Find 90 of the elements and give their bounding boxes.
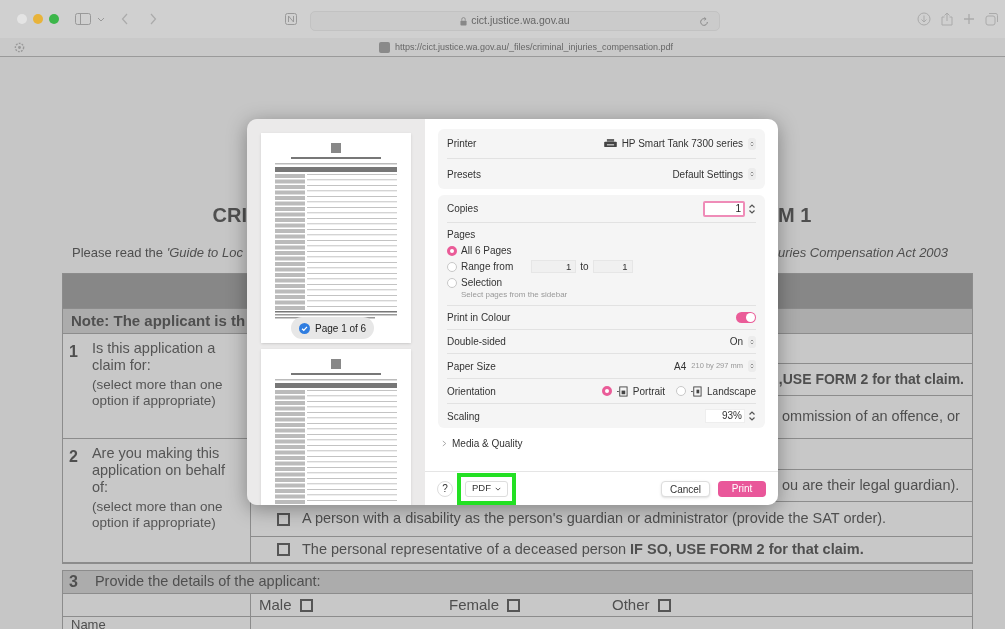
up-down-chevron-icon: [748, 137, 756, 150]
document-title: M 1: [778, 203, 813, 228]
portrait-page-icon: [616, 385, 628, 397]
range-from-field[interactable]: 1: [531, 260, 577, 273]
radio-button[interactable]: [447, 277, 457, 288]
setting-label: Pages: [447, 228, 477, 242]
radio-button[interactable]: [676, 386, 687, 396]
hint-text: Select pages from the sidebar: [460, 289, 569, 301]
lock-icon: [460, 16, 468, 26]
forward-icon[interactable]: [149, 13, 157, 25]
up-down-chevron-icon: [748, 360, 756, 372]
question-number: 3: [69, 572, 78, 592]
option-text: ,USE FORM 2 for that claim.: [778, 370, 964, 389]
intro-text: uries Compensation Act 2003: [778, 244, 950, 262]
tabs-overview-icon[interactable]: [985, 12, 999, 26]
radio-button[interactable]: [447, 245, 457, 256]
gear-icon[interactable]: [14, 41, 25, 53]
radio-label: All 6 Pages: [461, 244, 512, 258]
checkbox[interactable]: [507, 598, 521, 612]
question-text: Provide the details of the applicant:: [94, 572, 321, 592]
chevron-down-icon[interactable]: [97, 16, 105, 22]
pdf-menu-button[interactable]: PDF: [465, 480, 508, 497]
range-to-field[interactable]: 1: [592, 260, 633, 273]
question-number: 2: [69, 447, 78, 467]
setting-label: Presets: [447, 167, 481, 182]
intro-text: Please read the 'Guide to Loc: [72, 244, 244, 262]
printer-icon: [603, 139, 617, 148]
checkbox[interactable]: [657, 598, 671, 612]
help-button[interactable]: ?: [437, 480, 453, 497]
up-down-chevron-icon: [748, 335, 756, 348]
hint-text: (select more than one option if appropriate): [91, 377, 224, 409]
setting-label: Scaling: [447, 409, 480, 424]
sidebar-icon[interactable]: [75, 13, 91, 25]
option-text: The personal representative of a deceased person IF SO, USE FORM 2 for that claim.: [302, 539, 864, 559]
copies-field[interactable]: 1: [703, 200, 745, 217]
printer-popup[interactable]: HP Smart Tank 7300 series: [603, 136, 756, 151]
zoom-window-button[interactable]: [49, 14, 59, 24]
reload-icon[interactable]: [699, 17, 709, 27]
checkbox[interactable]: [277, 543, 290, 556]
address-text: cict.justice.wa.gov.au: [471, 13, 570, 29]
setting-label: Orientation: [447, 384, 496, 399]
option-text: A person with a disability as the person's guardian or administrator (provide the SAT order).: [302, 509, 887, 529]
option-text: ommission of an offence, or: [782, 407, 960, 427]
double-sided-popup[interactable]: On: [729, 334, 756, 349]
plus-icon[interactable]: [963, 13, 975, 25]
favicon-icon: [379, 42, 390, 54]
setting-label: Print in Colour: [447, 311, 511, 325]
back-icon[interactable]: [121, 13, 129, 25]
checkbox-label: Female: [449, 595, 500, 615]
copies-stepper[interactable]: [748, 202, 756, 215]
setting-label: Printer: [447, 137, 477, 151]
setting-label: Paper Size: [447, 359, 496, 374]
range-label: to: [580, 260, 589, 274]
presets-popup[interactable]: Default Settings: [672, 166, 756, 182]
hint-text: (select more than one option if appropriate): [91, 499, 224, 531]
disclosure-chevron-icon: [442, 440, 447, 447]
radio-label: Range from: [461, 260, 514, 274]
download-icon[interactable]: [917, 12, 931, 26]
chevron-down-icon: [495, 486, 501, 491]
question-number: 1: [69, 342, 78, 362]
share-icon[interactable]: [941, 12, 953, 26]
cancel-button[interactable]: Cancel: [661, 480, 710, 497]
page-label: Page 1 of 6: [315, 321, 367, 336]
scaling-field[interactable]: 93%: [705, 409, 745, 423]
radio-button[interactable]: [601, 386, 612, 396]
landscape-page-icon: [691, 385, 703, 397]
setting-label: Copies: [447, 202, 479, 216]
checkbox[interactable]: [277, 512, 290, 526]
field-label: Name: [71, 617, 106, 629]
minimize-window-button[interactable]: [33, 14, 43, 24]
checkbox-label: Male: [259, 595, 292, 615]
checkbox[interactable]: [299, 598, 313, 612]
question-text: Are you making this application on behalf of:: [91, 445, 226, 496]
scaling-stepper[interactable]: [748, 410, 756, 422]
media-quality-disclosure[interactable]: Media & Quality: [438, 436, 765, 451]
up-down-chevron-icon: [748, 168, 756, 180]
radio-label: Landscape: [707, 384, 756, 399]
radio-button[interactable]: [447, 261, 457, 272]
page-thumbnail-drawing[interactable]: [261, 133, 411, 343]
colour-toggle[interactable]: [736, 312, 756, 323]
radio-label: Portrait: [632, 384, 666, 399]
setting-label: Double-sided: [447, 335, 506, 349]
question-text: Is this application a claim for:: [91, 340, 217, 374]
address-bar[interactable]: cict.justice.wa.gov.au: [310, 11, 720, 31]
option-text: ou are their legal guardian).: [782, 475, 960, 495]
page-thumbnail-drawing[interactable]: [261, 349, 411, 505]
document-title: CRI: [211, 203, 247, 228]
checkbox-label: Other: [612, 595, 650, 615]
extension-icon[interactable]: [285, 13, 297, 25]
radio-label: Selection: [461, 276, 503, 290]
